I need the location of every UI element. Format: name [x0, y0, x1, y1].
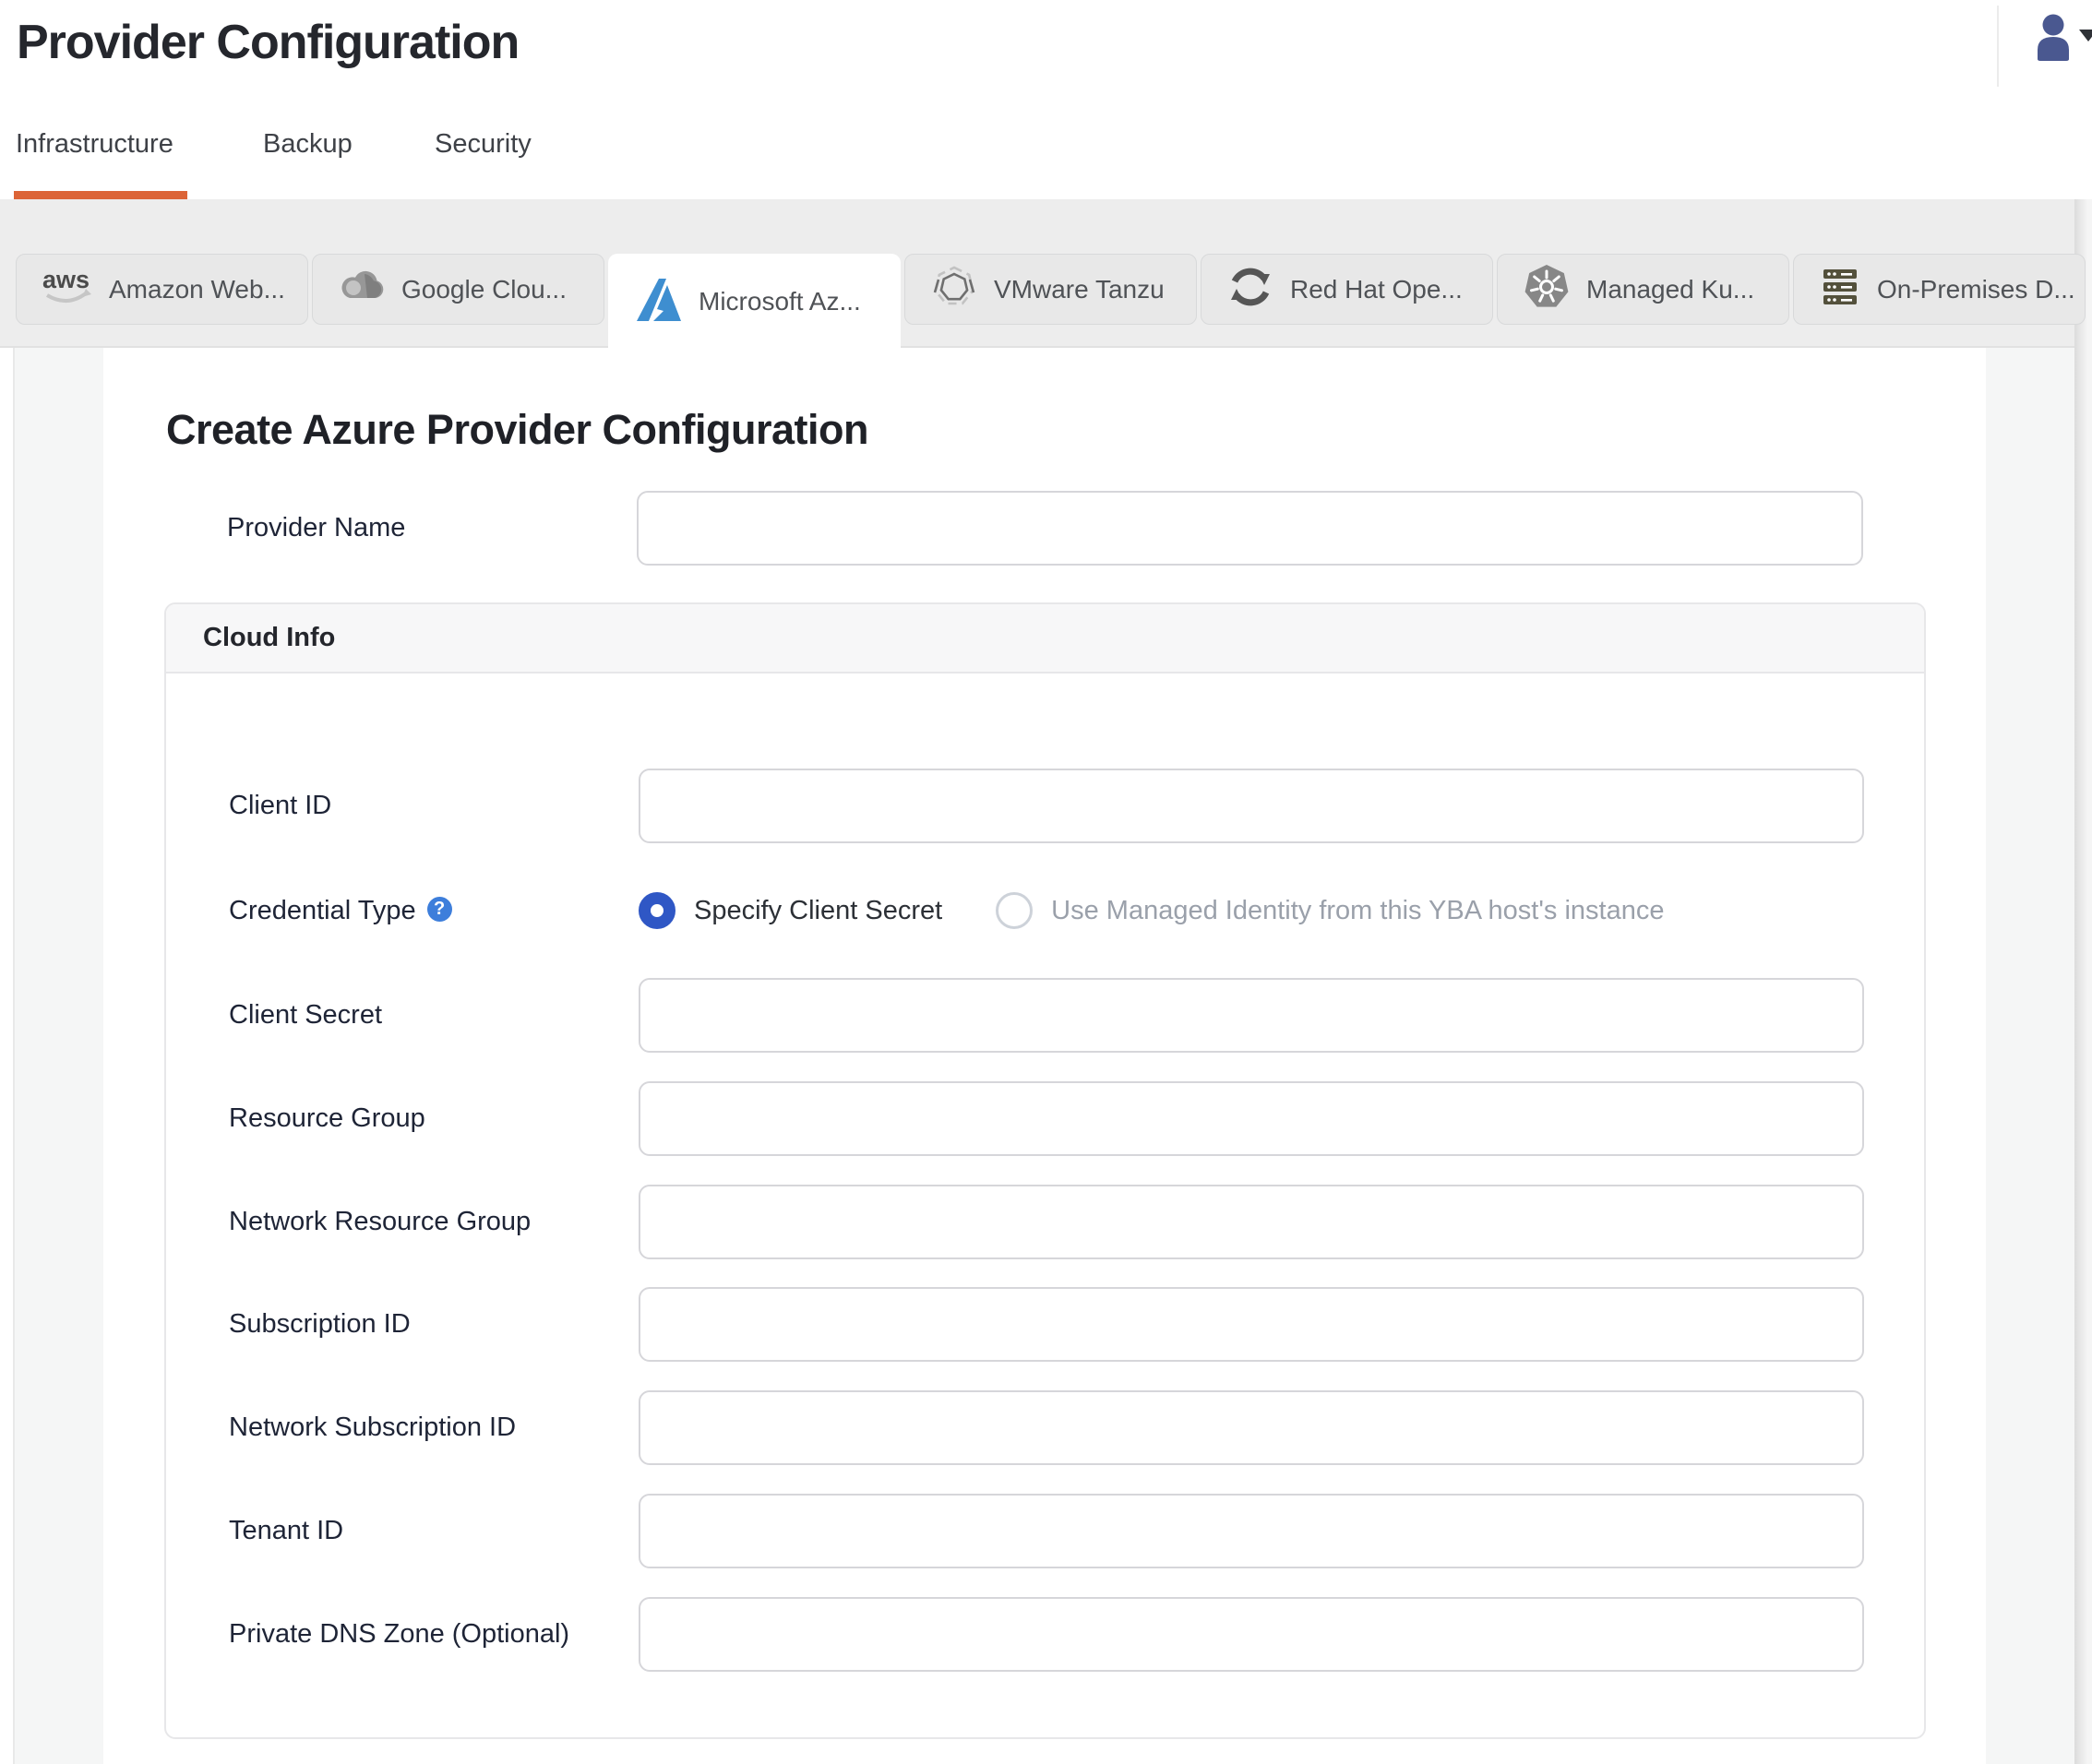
form-row-credential-type: Credential Type? Specify Client Secret U…	[166, 874, 1924, 948]
provider-tab-label: VMware Tanzu	[994, 274, 1165, 304]
radio-option-label: Use Managed Identity from this YBA host'…	[1051, 895, 1665, 925]
provider-name-input[interactable]	[637, 491, 1863, 566]
radio-unselected-icon[interactable]	[996, 892, 1034, 929]
tab-security[interactable]: Security	[435, 129, 532, 160]
network-subscription-id-input[interactable]	[639, 1390, 1864, 1465]
provider-tab-aws[interactable]: aws Amazon Web...	[16, 254, 308, 325]
form-row-subscription-id: Subscription ID	[166, 1287, 1924, 1362]
svg-text:aws: aws	[42, 266, 90, 293]
chevron-down-icon[interactable]	[2079, 30, 2092, 42]
aws-icon: aws	[41, 264, 94, 315]
provider-tab-label: Google Clou...	[401, 274, 567, 304]
provider-tabs: aws Amazon Web... Google Clou... Microso…	[16, 254, 2086, 350]
right-gutter	[1986, 348, 2074, 1764]
resource-group-label: Resource Group	[229, 1103, 425, 1133]
client-id-input[interactable]	[639, 769, 1864, 843]
form-heading: Create Azure Provider Configuration	[166, 406, 868, 453]
tab-backup[interactable]: Backup	[263, 129, 353, 160]
provider-tab-label: Microsoft Az...	[699, 287, 861, 316]
active-tab-underline	[14, 191, 187, 199]
client-secret-label: Client Secret	[229, 1000, 383, 1030]
private-dns-zone-input[interactable]	[639, 1597, 1864, 1672]
form-row-network-subscription-id: Network Subscription ID	[166, 1390, 1924, 1465]
google-cloud-icon	[337, 263, 387, 316]
tenant-id-input[interactable]	[639, 1494, 1864, 1568]
radio-use-managed-identity[interactable]: Use Managed Identity from this YBA host'…	[996, 892, 1664, 929]
left-gutter	[13, 348, 103, 1764]
tab-infrastructure[interactable]: Infrastructure	[16, 129, 173, 160]
provider-tab-label: Managed Ku...	[1586, 274, 1755, 304]
section-title: Cloud Info	[203, 623, 336, 652]
form-row-client-secret: Client Secret	[166, 978, 1924, 1053]
credential-type-label: Credential Type?	[229, 874, 452, 948]
provider-tab-tanzu[interactable]: VMware Tanzu	[904, 254, 1197, 325]
page-edge-shadow	[2074, 199, 2092, 1764]
form-row-network-resource-group: Network Resource Group	[166, 1185, 1924, 1259]
radio-option-label: Specify Client Secret	[694, 895, 943, 925]
openshift-icon	[1225, 262, 1275, 316]
vmware-tanzu-icon	[929, 262, 979, 316]
azure-icon	[632, 274, 684, 330]
cloud-info-card: Cloud Info Client ID Credential Type? Sp…	[164, 602, 1926, 1739]
provider-tab-onprem[interactable]: On-Premises D...	[1793, 254, 2086, 325]
client-secret-input[interactable]	[639, 978, 1864, 1053]
header-divider	[1997, 6, 1999, 87]
subscription-id-label: Subscription ID	[229, 1309, 411, 1339]
page-title: Provider Configuration	[17, 16, 520, 69]
provider-tab-kubernetes[interactable]: Managed Ku...	[1497, 254, 1789, 325]
radio-specify-client-secret[interactable]: Specify Client Secret	[639, 892, 942, 929]
resource-group-input[interactable]	[639, 1081, 1864, 1156]
provider-tab-azure[interactable]: Microsoft Az...	[608, 254, 901, 350]
form-row-private-dns-zone: Private DNS Zone (Optional)	[166, 1597, 1924, 1672]
credential-type-label-text: Credential Type	[229, 896, 416, 925]
form-row-resource-group: Resource Group	[166, 1081, 1924, 1156]
tenant-id-label: Tenant ID	[229, 1516, 344, 1545]
subscription-id-input[interactable]	[639, 1287, 1864, 1362]
client-id-label: Client ID	[229, 791, 332, 820]
provider-name-label: Provider Name	[227, 513, 406, 542]
radio-selected-icon[interactable]	[639, 892, 675, 929]
private-dns-zone-label: Private DNS Zone (Optional)	[229, 1619, 570, 1649]
network-resource-group-input[interactable]	[639, 1185, 1864, 1259]
credential-type-options: Specify Client Secret Use Managed Identi…	[639, 874, 1664, 948]
form-row-tenant-id: Tenant ID	[166, 1494, 1924, 1568]
provider-tab-label: Red Hat Ope...	[1290, 274, 1463, 304]
onprem-server-icon	[1818, 265, 1862, 314]
kubernetes-icon	[1522, 262, 1572, 316]
network-subscription-id-label: Network Subscription ID	[229, 1412, 517, 1442]
provider-tab-openshift[interactable]: Red Hat Ope...	[1201, 254, 1493, 325]
user-icon[interactable]	[2034, 11, 2076, 63]
provider-tab-label: On-Premises D...	[1877, 274, 2075, 304]
cloud-info-header: Cloud Info	[166, 604, 1924, 673]
network-resource-group-label: Network Resource Group	[229, 1207, 532, 1236]
form-row-client-id: Client ID	[166, 769, 1924, 843]
question-circle-icon[interactable]: ?	[426, 896, 452, 922]
provider-tab-label: Amazon Web...	[109, 274, 285, 304]
provider-tab-gcp[interactable]: Google Clou...	[312, 254, 604, 325]
